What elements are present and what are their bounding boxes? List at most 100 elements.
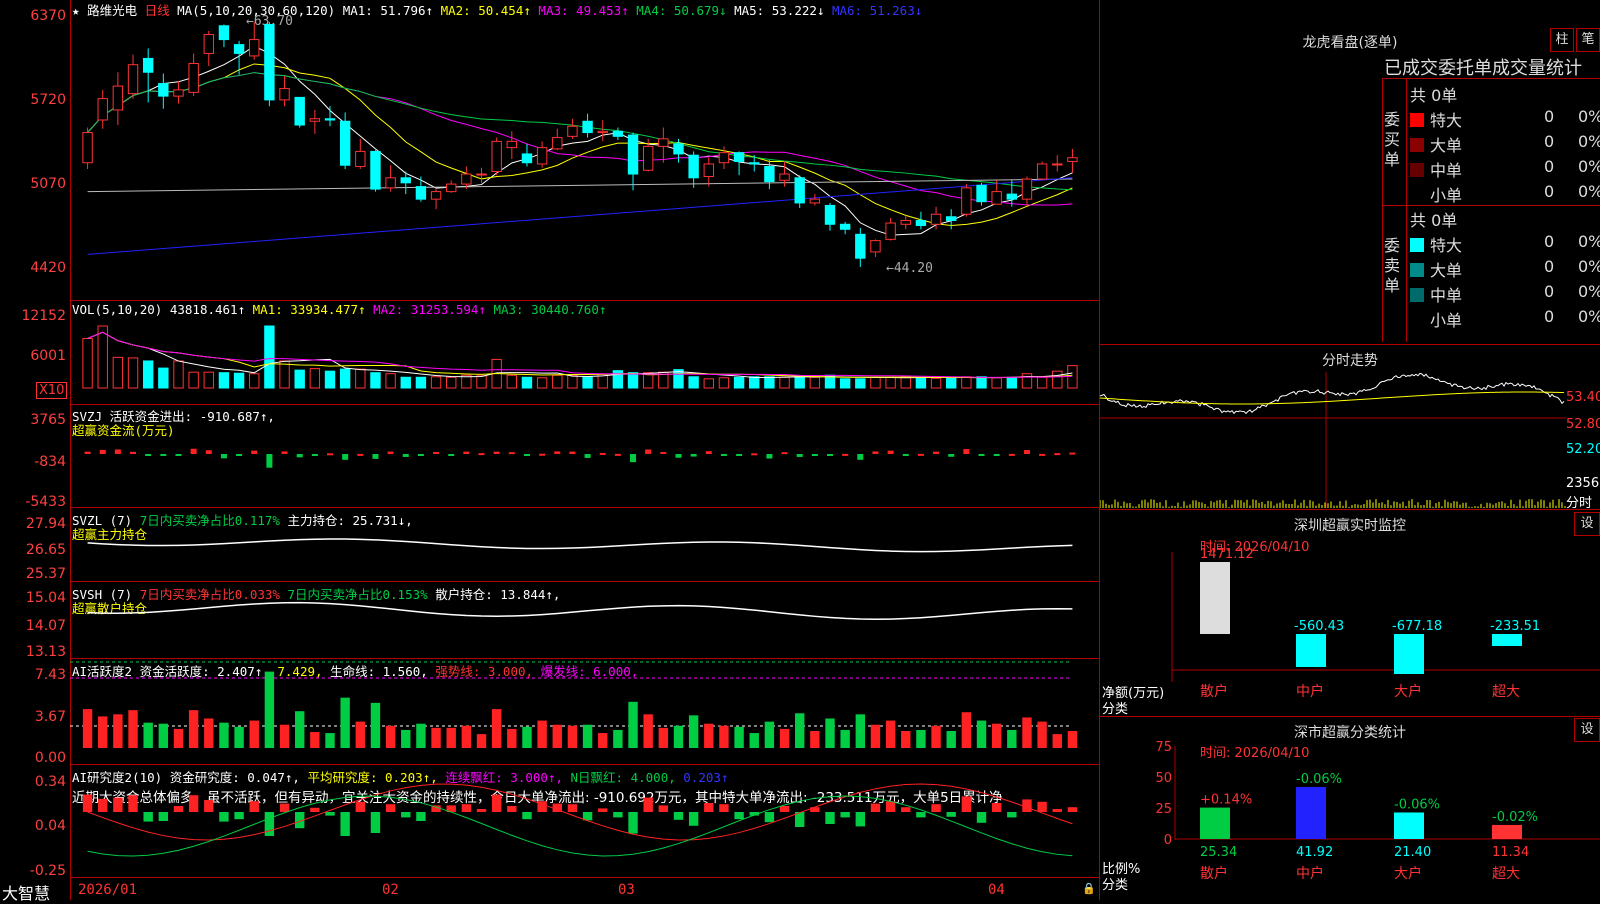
activity-bar <box>598 733 607 748</box>
candle-body <box>643 146 652 170</box>
color-swatch <box>1410 163 1424 177</box>
research-bar <box>522 812 531 819</box>
flow-bar <box>221 454 227 458</box>
research-bar <box>189 795 198 812</box>
candle-body <box>462 174 471 184</box>
flow-bar <box>297 454 303 457</box>
flow-bar <box>933 452 939 454</box>
flow-bar <box>751 453 757 455</box>
intraday-title: 分时走势 <box>1270 350 1430 370</box>
activity-bar <box>992 724 1001 748</box>
ai-research-tick: 0.34 <box>0 774 66 790</box>
category-label: 中户 <box>1296 683 1324 700</box>
activity-bar <box>234 727 243 748</box>
volume-bar <box>810 377 819 388</box>
date-tick: 04 <box>988 882 1005 898</box>
price-tick: 5070 <box>0 176 66 192</box>
research-bar <box>83 795 92 812</box>
row-label: 中单 <box>1430 161 1462 180</box>
activity-bar <box>280 725 289 748</box>
monitor-chart: 1471.12755.0238.90-677.181471.12-560.43-… <box>1100 512 1600 716</box>
candlestick-chart[interactable] <box>70 0 1100 300</box>
vol-ma20-line <box>88 332 1073 377</box>
research-bar <box>734 812 743 819</box>
net-label: -233.51 <box>1490 619 1540 634</box>
research-bar <box>840 812 849 817</box>
activity-bar <box>643 714 652 748</box>
activity-bar <box>734 727 743 748</box>
vol-unit[interactable]: X10 <box>36 382 67 399</box>
volume-bar <box>416 377 425 388</box>
order-stat-row: 特大 0 0% <box>1410 107 1600 131</box>
volume-bar <box>280 361 289 388</box>
activity-bar <box>386 726 395 748</box>
research-bar <box>356 802 365 812</box>
intraday-vol: 2356 <box>1566 476 1599 491</box>
main-hold-chart <box>70 507 1100 581</box>
candle-body <box>901 221 910 225</box>
flow-bar <box>554 451 560 454</box>
flow-bar <box>615 454 621 456</box>
volume-bar <box>219 373 228 388</box>
date-tick: 03 <box>618 882 635 898</box>
flow-bar <box>85 452 91 454</box>
sell-total: 共 0单 <box>1410 207 1457 231</box>
activity-bar <box>1022 717 1031 748</box>
candle-body <box>1007 194 1016 199</box>
volume-bar <box>992 378 1001 388</box>
candle-body <box>568 126 577 136</box>
flow-bar <box>403 454 409 457</box>
net-bar <box>1200 562 1230 634</box>
volume-chart <box>70 316 1100 400</box>
ratio-value: 21.40 <box>1394 845 1431 860</box>
flow-bar <box>963 449 969 454</box>
flow-bar <box>888 451 894 454</box>
candle-body <box>810 199 819 203</box>
research-bar <box>628 812 637 834</box>
ai-research-tick: -0.25 <box>0 863 66 879</box>
fund-flow-chart <box>70 404 1100 507</box>
flow-bar <box>145 454 151 456</box>
bar-view-button[interactable]: 柱 <box>1550 28 1574 52</box>
activity-bar <box>477 734 486 748</box>
research-bar <box>1068 807 1077 812</box>
activity-bar <box>856 714 865 748</box>
research-bar <box>886 801 895 812</box>
volume-bar <box>522 377 531 388</box>
net-label: 1471.12 <box>1200 547 1254 562</box>
research-bar <box>947 812 956 817</box>
tick-view-button[interactable]: 笔 <box>1576 28 1600 52</box>
row-label: 大单 <box>1430 136 1462 155</box>
candle-body <box>340 121 349 165</box>
candle-body <box>204 35 213 54</box>
volume-bar <box>356 369 365 388</box>
activity-bar <box>674 726 683 748</box>
volume-bar <box>174 361 183 388</box>
volume-bar <box>916 378 925 388</box>
activity-bar <box>143 723 152 748</box>
row-count: 0 <box>1544 157 1554 176</box>
activity-bar <box>1037 722 1046 748</box>
activity-bar <box>810 731 819 748</box>
candle-body <box>295 97 304 125</box>
candle-body <box>871 241 880 252</box>
svzl-tick: 25.37 <box>0 566 66 582</box>
activity-bar <box>750 733 759 748</box>
candle-body <box>113 86 122 110</box>
classify-tick: 0 <box>1164 833 1172 848</box>
buy-side-divider <box>1406 78 1407 342</box>
volume-bar <box>1007 377 1016 388</box>
flow-bar <box>1024 450 1030 454</box>
order-stat-row: 中单00% <box>1410 157 1600 181</box>
candle-body <box>840 224 849 229</box>
ratio-bar <box>1200 808 1230 839</box>
vol-ma1: MA1: 33934.477↑ <box>253 302 366 317</box>
intraday-chart[interactable] <box>1100 372 1566 508</box>
candle-body <box>386 178 395 188</box>
candle-body <box>265 25 274 100</box>
volume-bar <box>113 357 122 388</box>
row-count: 0 <box>1544 232 1554 251</box>
flow-bar <box>857 454 863 460</box>
lock-icon[interactable]: 🔒 <box>1082 882 1096 895</box>
sell-side-label: 委卖单 <box>1384 236 1402 296</box>
